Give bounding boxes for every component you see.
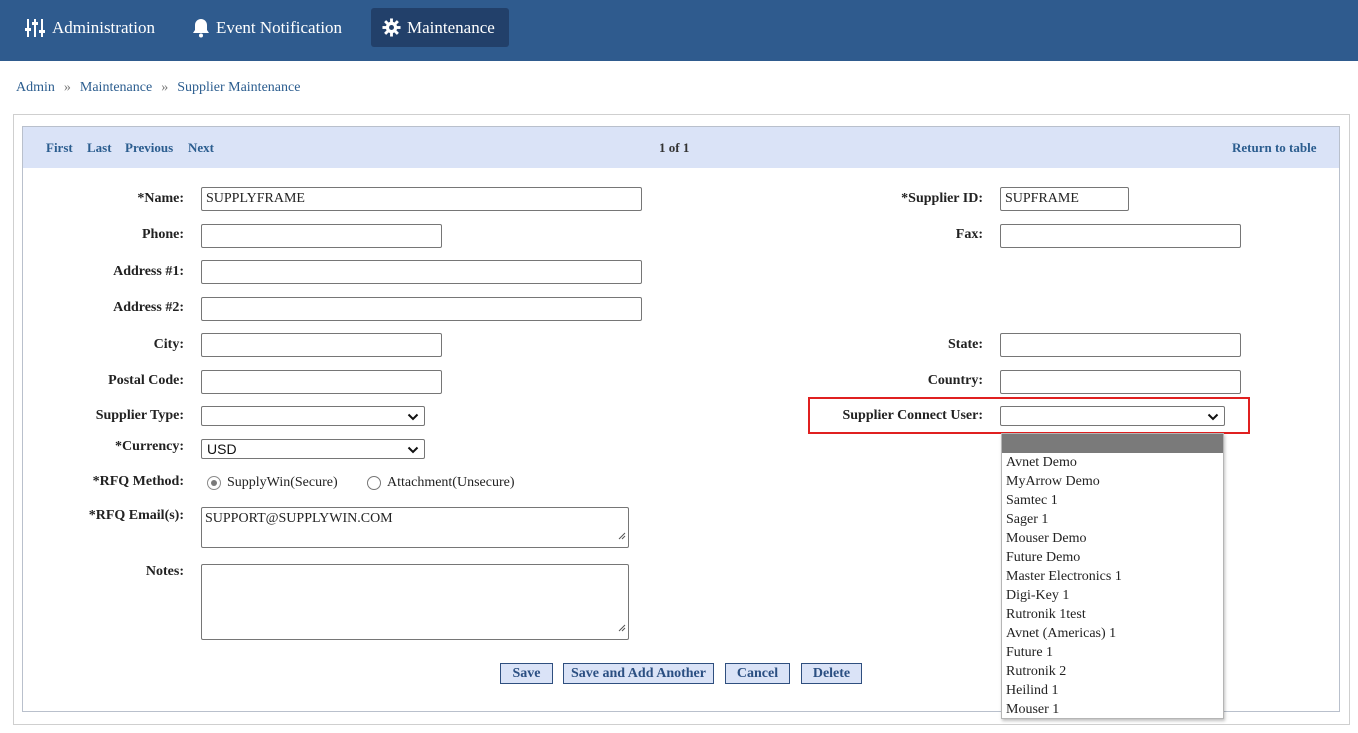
- radio-selected-icon: [207, 476, 221, 490]
- nav-event-notification[interactable]: Event Notification: [181, 8, 353, 47]
- rfq-method-unsecure-radio[interactable]: Attachment(Unsecure): [367, 475, 515, 491]
- dropdown-option[interactable]: Avnet (Americas) 1: [1002, 624, 1223, 643]
- breadcrumb-supplier-maintenance[interactable]: Supplier Maintenance: [177, 80, 300, 95]
- dropdown-option[interactable]: Future 1: [1002, 643, 1223, 662]
- breadcrumb: Admin » Maintenance » Supplier Maintenance: [16, 80, 300, 96]
- city-input[interactable]: [201, 333, 442, 357]
- cancel-button[interactable]: Cancel: [725, 663, 790, 684]
- sliders-icon: [24, 17, 46, 39]
- dropdown-option[interactable]: Rutronik 2: [1002, 662, 1223, 681]
- postal-code-label: Postal Code:: [108, 373, 184, 388]
- breadcrumb-admin[interactable]: Admin: [16, 80, 55, 95]
- rfq-method-unsecure-label: Attachment(Unsecure): [387, 475, 515, 490]
- dropdown-option[interactable]: Avnet Demo: [1002, 453, 1223, 472]
- supplier-connect-user-dropdown: Avnet Demo MyArrow Demo Samtec 1 Sager 1…: [1001, 433, 1224, 719]
- save-button[interactable]: Save: [500, 663, 553, 684]
- top-nav: Administration Event Notification Mainte…: [0, 0, 1358, 61]
- nav-maintenance-label: Maintenance: [407, 17, 495, 37]
- dropdown-option[interactable]: Digi-Key 1: [1002, 586, 1223, 605]
- currency-value: USD: [207, 441, 237, 457]
- address2-label: Address #2:: [113, 300, 184, 315]
- dropdown-option[interactable]: Master Electronics 1: [1002, 567, 1223, 586]
- resize-grip-icon[interactable]: [616, 621, 626, 637]
- currency-label: *Currency:: [115, 439, 184, 454]
- notes-label: Notes:: [145, 564, 184, 579]
- dropdown-option[interactable]: Samtec 1: [1002, 491, 1223, 510]
- dropdown-option[interactable]: Mouser Demo: [1002, 529, 1223, 548]
- supplier-type-select[interactable]: [201, 406, 425, 426]
- pager-first-link[interactable]: First: [46, 140, 73, 156]
- pager-next-link[interactable]: Next: [188, 140, 214, 156]
- chevron-down-icon: [407, 410, 419, 426]
- bell-icon: [192, 18, 210, 38]
- chevron-down-icon: [407, 443, 419, 459]
- dropdown-option[interactable]: Rutronik 1test: [1002, 605, 1223, 624]
- rfq-email-value: SUPPORT@SUPPLYWIN.COM: [205, 511, 393, 526]
- dropdown-option[interactable]: Future Demo: [1002, 548, 1223, 567]
- supplier-id-label: *Supplier ID:: [901, 191, 983, 206]
- dropdown-option[interactable]: Mouser 1: [1002, 700, 1223, 719]
- phone-label: Phone:: [142, 227, 184, 242]
- pager-bar: First Last Previous Next 1 of 1 Return t…: [23, 127, 1339, 168]
- breadcrumb-separator: »: [63, 80, 71, 95]
- delete-button[interactable]: Delete: [801, 663, 862, 684]
- rfq-email-textarea[interactable]: SUPPORT@SUPPLYWIN.COM: [201, 507, 629, 548]
- nav-administration[interactable]: Administration: [13, 8, 166, 47]
- rfq-method-secure-radio[interactable]: SupplyWin(Secure): [207, 475, 338, 491]
- notes-textarea[interactable]: [201, 564, 629, 640]
- nav-maintenance[interactable]: Maintenance: [371, 8, 509, 47]
- pager-previous-link[interactable]: Previous: [125, 140, 173, 156]
- breadcrumb-maintenance[interactable]: Maintenance: [80, 80, 152, 95]
- return-to-table-link[interactable]: Return to table: [1232, 140, 1317, 156]
- resize-grip-icon[interactable]: [616, 529, 626, 545]
- name-label: *Name:: [137, 191, 184, 206]
- nav-administration-label: Administration: [52, 17, 155, 37]
- supplier-id-input[interactable]: SUPFRAME: [1000, 187, 1129, 211]
- state-input[interactable]: [1000, 333, 1241, 357]
- name-input[interactable]: SUPPLYFRAME: [201, 187, 642, 211]
- city-label: City:: [153, 337, 184, 352]
- radio-unselected-icon: [367, 476, 381, 490]
- gear-icon: [382, 18, 401, 37]
- pager-last-link[interactable]: Last: [87, 140, 112, 156]
- supplier-type-label: Supplier Type:: [95, 408, 184, 423]
- supplier-connect-user-select[interactable]: [1000, 406, 1225, 426]
- phone-input[interactable]: [201, 224, 442, 248]
- dropdown-option[interactable]: Sager 1: [1002, 510, 1223, 529]
- rfq-method-label: *RFQ Method:: [92, 474, 184, 489]
- state-label: State:: [948, 337, 983, 352]
- fax-label: Fax:: [955, 227, 983, 242]
- chevron-down-icon: [1207, 410, 1219, 426]
- dropdown-option-blank[interactable]: [1002, 434, 1223, 453]
- country-label: Country:: [927, 373, 983, 388]
- dropdown-option[interactable]: Heilind 1: [1002, 681, 1223, 700]
- pager-count: 1 of 1: [659, 140, 690, 155]
- nav-event-notification-label: Event Notification: [216, 17, 343, 37]
- rfq-method-secure-label: SupplyWin(Secure): [227, 475, 338, 490]
- postal-code-input[interactable]: [201, 370, 442, 394]
- address1-label: Address #1:: [113, 264, 184, 279]
- rfq-email-label: *RFQ Email(s):: [88, 508, 184, 523]
- save-and-add-another-button[interactable]: Save and Add Another: [563, 663, 714, 684]
- address1-input[interactable]: [201, 260, 642, 284]
- breadcrumb-separator: »: [161, 80, 169, 95]
- currency-select[interactable]: USD: [201, 439, 425, 459]
- country-input[interactable]: [1000, 370, 1241, 394]
- fax-input[interactable]: [1000, 224, 1241, 248]
- dropdown-option[interactable]: MyArrow Demo: [1002, 472, 1223, 491]
- address2-input[interactable]: [201, 297, 642, 321]
